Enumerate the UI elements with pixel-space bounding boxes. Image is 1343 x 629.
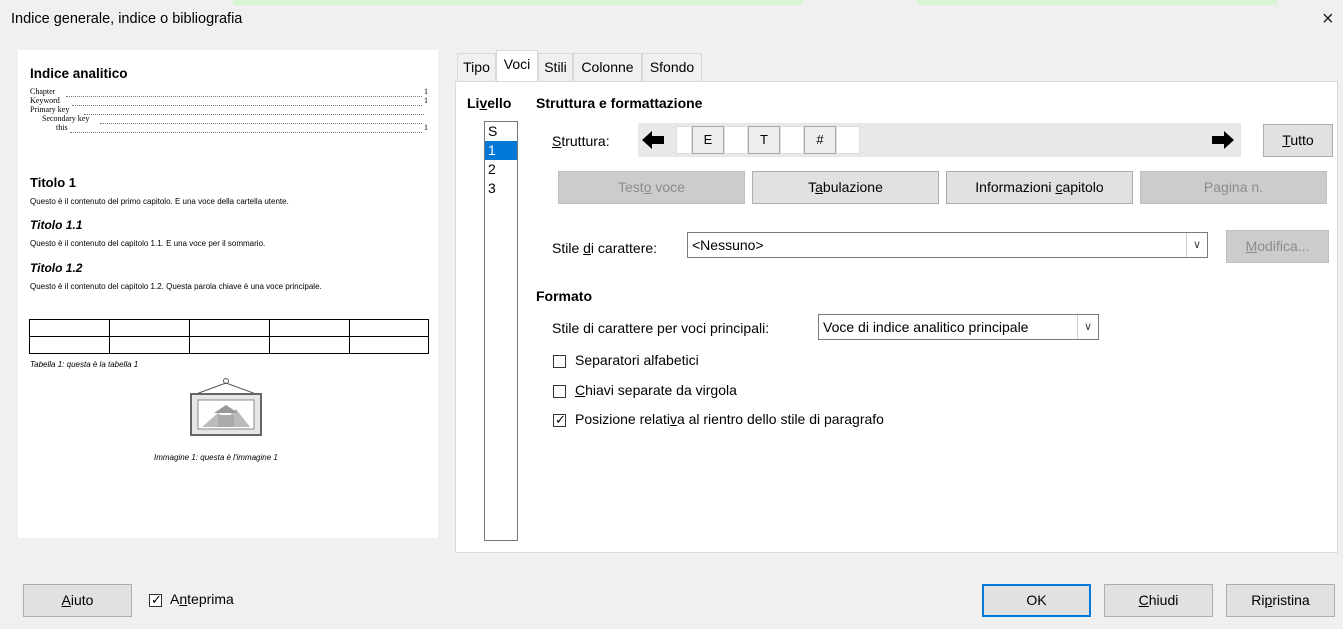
dotted-leader — [72, 104, 422, 106]
all-button[interactable]: Tutto — [1263, 124, 1333, 157]
keys-separate-checkbox[interactable] — [553, 385, 566, 398]
preview-entry: Chapter — [30, 87, 56, 96]
alpha-delimiter-checkbox[interactable] — [553, 355, 566, 368]
edit-button[interactable]: Modifica... — [1226, 230, 1329, 263]
dotted-leader — [66, 95, 422, 97]
structure-gap[interactable] — [724, 126, 748, 154]
arrow-right-icon[interactable] — [1212, 131, 1236, 149]
preview-entry: Secondary key — [42, 114, 90, 123]
chevron-down-icon[interactable]: ∨ — [1077, 315, 1098, 339]
preview-pane: Indice analitico Chapter 1 Keyword 1 Pri… — [18, 50, 438, 538]
dotted-leader — [100, 122, 422, 124]
preview-table — [29, 319, 429, 354]
relative-tab-checkbox[interactable]: ✓ — [553, 412, 566, 427]
preview-paragraph: Questo è il contenuto del capitolo 1.1. … — [30, 239, 266, 248]
main-entries-value: Voce di indice analitico principale — [823, 319, 1029, 335]
format-heading: Formato — [536, 288, 592, 304]
tab-tipo[interactable]: Tipo — [457, 53, 496, 81]
preview-paragraph: Questo è il contenuto del capitolo 1.2. … — [30, 282, 322, 291]
tab-colonne[interactable]: Colonne — [573, 53, 642, 81]
close-icon[interactable]: × — [1322, 8, 1334, 31]
alpha-delimiter-label[interactable]: Separatori alfabetici — [575, 352, 699, 368]
preview-image-caption: Immagine 1: questa è l'immagine 1 — [154, 453, 278, 462]
tab-voci[interactable]: Voci — [496, 50, 538, 82]
preview-entry: Keyword — [30, 96, 60, 105]
token-tab-stop[interactable]: T — [748, 126, 780, 154]
picture-frame-icon — [190, 378, 262, 436]
preview-index-title: Indice analitico — [30, 66, 128, 81]
preview-entry: Primary key — [30, 105, 70, 114]
dotted-leader — [70, 131, 422, 133]
structure-gap[interactable] — [676, 126, 692, 154]
chapter-info-button[interactable]: Informazioni capitolo — [946, 171, 1133, 204]
level-item-selected[interactable]: 1 — [485, 141, 517, 160]
check-icon: ✓ — [151, 592, 162, 607]
level-label: Livello — [467, 95, 512, 111]
tab-stili[interactable]: Stili — [538, 53, 573, 81]
structure-gap[interactable] — [836, 126, 860, 154]
char-style-label: Stile di carattere: — [552, 240, 658, 256]
structure-label: Struttura: — [552, 133, 610, 149]
preview-heading11: Titolo 1.1 — [30, 218, 83, 232]
close-button[interactable]: Chiudi — [1104, 584, 1213, 617]
structure-gap[interactable] — [780, 126, 804, 154]
top-highlight-strip — [233, 0, 803, 5]
help-button[interactable]: Aiuto — [23, 584, 132, 617]
chevron-down-icon[interactable]: ∨ — [1186, 233, 1207, 257]
page-no-button[interactable]: Pagina n. — [1140, 171, 1327, 204]
level-list[interactable]: S 1 2 3 — [484, 121, 518, 541]
relative-tab-label[interactable]: Posizione relativa al rientro dello stil… — [575, 411, 884, 427]
preview-checkbox[interactable]: ✓ — [149, 592, 162, 607]
dotted-leader — [84, 113, 424, 115]
keys-separate-label[interactable]: Chiavi separate da virgola — [575, 382, 737, 398]
level-item[interactable]: 3 — [485, 179, 517, 198]
token-page-number[interactable]: # — [804, 126, 836, 154]
entry-text-button[interactable]: Testo voce — [558, 171, 745, 204]
arrow-left-icon[interactable] — [642, 131, 666, 149]
preview-label[interactable]: Anteprima — [170, 591, 234, 607]
preview-heading1: Titolo 1 — [30, 175, 76, 190]
structure-heading: Struttura e formattazione — [536, 95, 703, 111]
level-item[interactable]: S — [485, 122, 517, 141]
tab-stop-button[interactable]: Tabulazione — [752, 171, 939, 204]
reset-button[interactable]: Ripristina — [1226, 584, 1335, 617]
level-item[interactable]: 2 — [485, 160, 517, 179]
token-entry-text[interactable]: E — [692, 126, 724, 154]
tab-sfondo[interactable]: Sfondo — [642, 53, 702, 81]
main-entries-label: Stile di carattere per voci principali: — [552, 320, 770, 336]
preview-entry-page: 1 — [424, 123, 428, 132]
preview-entry-page: 1 — [424, 87, 428, 96]
ok-button[interactable]: OK — [982, 584, 1091, 617]
main-entries-select[interactable]: Voce di indice analitico principale ∨ — [818, 314, 1099, 340]
dialog-title: Indice generale, indice o bibliografia — [11, 11, 243, 27]
preview-table-caption: Tabella 1: questa è la tabella 1 — [30, 360, 139, 369]
check-icon: ✓ — [555, 412, 566, 427]
char-style-value: <Nessuno> — [692, 237, 764, 253]
preview-paragraph: Questo è il contenuto del primo capitolo… — [30, 197, 289, 206]
preview-entry-page: 1 — [424, 96, 428, 105]
char-style-select[interactable]: <Nessuno> ∨ — [687, 232, 1208, 258]
preview-heading12: Titolo 1.2 — [30, 261, 83, 275]
preview-entry: this — [56, 123, 68, 132]
top-highlight-strip — [917, 0, 1277, 5]
